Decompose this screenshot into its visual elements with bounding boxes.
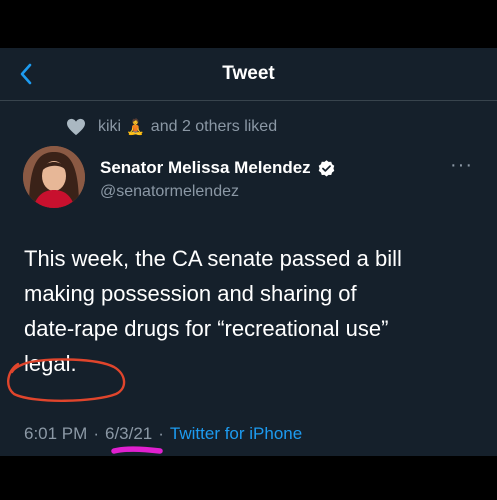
tweet-source-link[interactable]: Twitter for iPhone <box>170 424 302 444</box>
author-name[interactable]: Senator Melissa Melendez <box>100 158 336 178</box>
tweet-text-line: This week, the CA senate passed a bill <box>24 246 402 271</box>
separator: · <box>158 424 164 443</box>
heart-icon <box>67 118 85 136</box>
tweet-text: This week, the CA senate passed a bill m… <box>24 241 484 381</box>
verified-badge-icon <box>318 159 334 176</box>
tweet-screen: Tweet kiki 🧘 and 2 others liked Senator … <box>0 48 497 456</box>
tweet-time: 6:01 PM <box>24 424 88 443</box>
meditation-emoji: 🧘 <box>126 119 145 136</box>
social-context[interactable]: kiki 🧘 and 2 others liked <box>66 114 277 140</box>
social-context-text: and 2 others liked <box>150 118 278 135</box>
avatar[interactable] <box>23 146 85 208</box>
ellipsis-icon: ··· <box>450 154 473 176</box>
tweet-text-line: making possession and sharing of <box>24 281 357 306</box>
tweet-text-line: legal. <box>24 351 77 376</box>
author-name-text: Senator Melissa Melendez <box>100 158 311 177</box>
more-options-button[interactable]: ··· <box>450 154 473 177</box>
navbar: Tweet <box>0 48 497 101</box>
tweet-text-line: date-rape drugs for “recreational use” <box>24 316 389 341</box>
tweet-date: 6/3/21 <box>104 424 153 443</box>
profile-photo <box>23 146 85 208</box>
author-handle[interactable]: @senatormelendez <box>100 183 239 201</box>
tweet-metadata: 6:01 PM · 6/3/21 · Twitter for iPhone <box>24 424 302 444</box>
separator: · <box>93 424 99 443</box>
page-title: Tweet <box>222 63 275 84</box>
liker-name[interactable]: kiki <box>98 118 121 136</box>
